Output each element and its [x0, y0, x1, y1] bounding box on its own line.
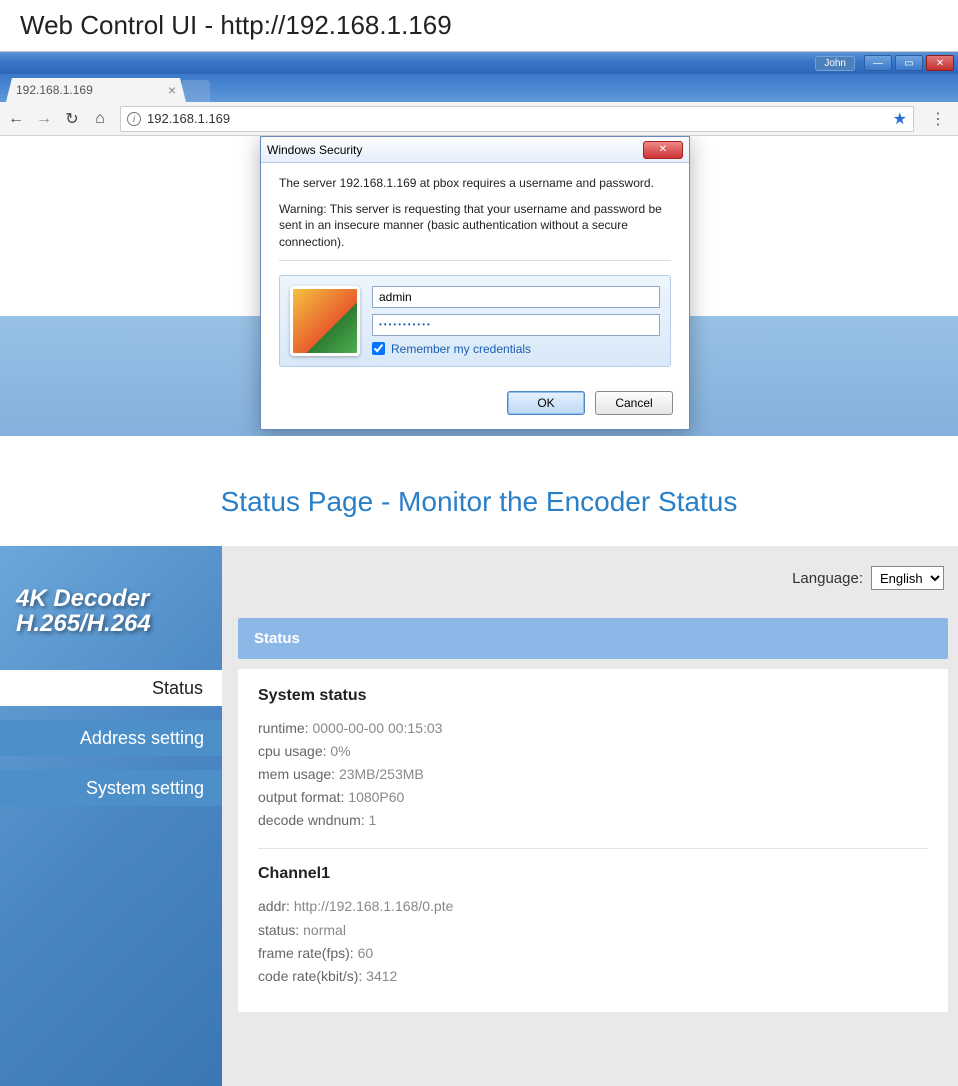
minimize-button[interactable]: — — [864, 55, 892, 71]
remember-checkbox-row[interactable]: Remember my credentials — [372, 342, 660, 356]
sys-k-1: cpu usage: — [258, 743, 327, 759]
site-info-icon[interactable]: i — [127, 112, 141, 126]
dialog-body: The server 192.168.1.169 at pbox require… — [261, 163, 689, 379]
credentials-box: Remember my credentials — [279, 275, 671, 367]
sys-v-2: 23MB/253MB — [339, 766, 424, 782]
doc-heading: Web Control UI - http://192.168.1.169 — [0, 0, 958, 51]
home-icon[interactable]: ⌂ — [92, 110, 108, 128]
sidebar-item-address-setting[interactable]: Address setting — [0, 720, 222, 756]
user-avatar-image — [290, 286, 360, 356]
back-icon[interactable]: ← — [8, 110, 24, 128]
maximize-button[interactable]: ▭ — [895, 55, 923, 71]
username-input[interactable] — [372, 286, 660, 308]
browser-titlebar: John — ▭ ✕ — [0, 52, 958, 74]
browser-window: John — ▭ ✕ 192.168.1.169 × ← → ↻ ⌂ i 192… — [0, 51, 958, 436]
dialog-buttons: OK Cancel — [261, 379, 689, 429]
new-tab-ghost[interactable] — [182, 80, 210, 102]
address-bar: ← → ↻ ⌂ i 192.168.1.169 ★ ⋮ — [0, 102, 958, 136]
sys-v-3: 1080P60 — [348, 789, 404, 805]
credentials-fields: Remember my credentials — [372, 286, 660, 356]
system-status-title: System status — [258, 687, 928, 705]
ch-k-0: addr: — [258, 898, 290, 914]
sys-v-4: 1 — [369, 812, 377, 828]
remember-checkbox[interactable] — [372, 342, 385, 355]
remember-label: Remember my credentials — [391, 342, 531, 356]
sidebar-item-system-setting[interactable]: System setting — [0, 770, 222, 806]
sidebar-logo: 4K Decoder H.265/H.264 — [0, 586, 222, 670]
ch-k-1: status: — [258, 922, 299, 938]
password-input[interactable] — [372, 314, 660, 336]
tab-title: 192.168.1.169 — [16, 83, 93, 97]
dialog-title: Windows Security — [267, 143, 362, 157]
sys-k-4: decode wndnum: — [258, 812, 365, 828]
url-field[interactable]: i 192.168.1.169 ★ — [120, 106, 914, 132]
cancel-button[interactable]: Cancel — [595, 391, 673, 415]
language-row: Language: English — [238, 566, 948, 590]
tab-strip: 192.168.1.169 × — [0, 74, 958, 102]
admin-panel: 4K Decoder H.265/H.264 Status Address se… — [0, 546, 958, 1086]
browser-menu-icon[interactable]: ⋮ — [926, 109, 950, 129]
browser-tab[interactable]: 192.168.1.169 × — [6, 78, 186, 102]
language-select[interactable]: English — [871, 566, 944, 590]
ch-v-2: 60 — [358, 945, 374, 961]
system-status-list: runtime: 0000-00-00 00:15:03 cpu usage: … — [258, 717, 928, 832]
sys-v-0: 0000-00-00 00:15:03 — [312, 720, 442, 736]
dialog-close-button[interactable]: ✕ — [643, 141, 683, 159]
ch-v-0: http://192.168.1.168/0.pte — [294, 898, 454, 914]
dialog-titlebar: Windows Security ✕ — [261, 137, 689, 163]
user-pill[interactable]: John — [815, 56, 855, 71]
ok-button[interactable]: OK — [507, 391, 585, 415]
window-close-button[interactable]: ✕ — [926, 55, 954, 71]
bookmark-star-icon[interactable]: ★ — [893, 109, 907, 129]
ch-v-3: 3412 — [366, 968, 397, 984]
channel1-list: addr: http://192.168.1.168/0.pte status:… — [258, 895, 928, 987]
ch-k-2: frame rate(fps): — [258, 945, 354, 961]
dialog-message-2: Warning: This server is requesting that … — [279, 201, 671, 250]
ch-v-1: normal — [303, 922, 346, 938]
forward-icon[interactable]: → — [36, 110, 52, 128]
language-label: Language: — [792, 570, 863, 587]
logo-line-1: 4K Decoder — [16, 586, 206, 611]
logo-line-2: H.265/H.264 — [16, 611, 206, 636]
ch-k-3: code rate(kbit/s): — [258, 968, 362, 984]
reload-icon[interactable]: ↻ — [64, 109, 80, 129]
sys-k-2: mem usage: — [258, 766, 335, 782]
dialog-message-1: The server 192.168.1.169 at pbox require… — [279, 175, 671, 191]
sys-k-0: runtime: — [258, 720, 309, 736]
main-content: Language: English Status System status r… — [222, 546, 958, 1086]
tab-close-icon[interactable]: × — [168, 82, 176, 98]
security-dialog: Windows Security ✕ The server 192.168.1.… — [260, 136, 690, 430]
panel-header: Status — [238, 618, 948, 659]
panel-body: System status runtime: 0000-00-00 00:15:… — [238, 669, 948, 1012]
sys-k-3: output format: — [258, 789, 344, 805]
channel1-title: Channel1 — [258, 865, 928, 883]
browser-viewport: Windows Security ✕ The server 192.168.1.… — [0, 136, 958, 436]
sidebar: 4K Decoder H.265/H.264 Status Address se… — [0, 546, 222, 1086]
panel-divider — [258, 848, 928, 849]
sidebar-item-status[interactable]: Status — [0, 670, 222, 706]
sys-v-1: 0% — [330, 743, 350, 759]
section-2-title: Status Page - Monitor the Encoder Status — [0, 436, 958, 546]
url-text: 192.168.1.169 — [147, 111, 230, 126]
